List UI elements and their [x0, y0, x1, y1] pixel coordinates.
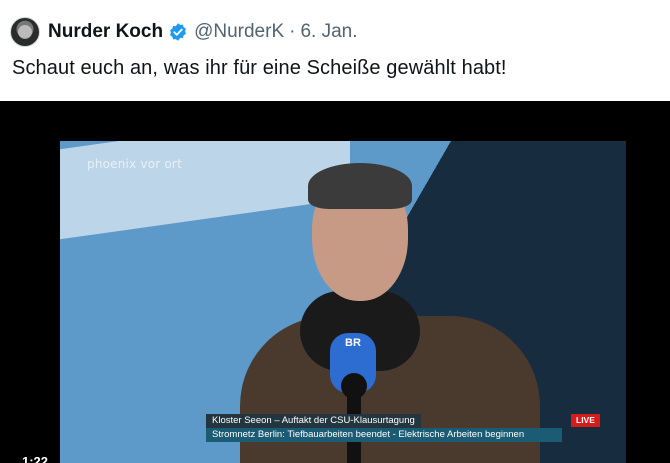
- avatar[interactable]: [10, 17, 40, 47]
- video-player[interactable]: phoenix vor ort BR Kloster Seeon – Aufta…: [0, 101, 670, 463]
- live-badge: LIVE: [571, 414, 600, 427]
- microphone-foam: [341, 373, 367, 399]
- display-name[interactable]: Nurder Koch: [48, 21, 163, 43]
- tweet-text: Schaut euch an, was ihr für eine Scheiße…: [12, 57, 507, 79]
- video-timestamp: 1:22: [22, 454, 49, 463]
- speaker-hair: [308, 163, 412, 209]
- tweet-header: Nurder Koch @NurderK · 6. Jan.: [10, 16, 358, 48]
- lower-third-ticker: Stromnetz Berlin: Tiefbauarbeiten beende…: [206, 428, 562, 442]
- video-frame[interactable]: phoenix vor ort BR Kloster Seeon – Aufta…: [60, 141, 626, 463]
- handle[interactable]: @NurderK: [194, 21, 284, 43]
- lower-third-title: Kloster Seeon – Auftakt der CSU-Klausurt…: [206, 414, 421, 428]
- channel-logo: phoenix vor ort: [87, 157, 182, 171]
- tweet-date[interactable]: 6. Jan.: [300, 21, 357, 43]
- separator: ·: [289, 21, 296, 42]
- verified-badge-icon: [170, 23, 186, 41]
